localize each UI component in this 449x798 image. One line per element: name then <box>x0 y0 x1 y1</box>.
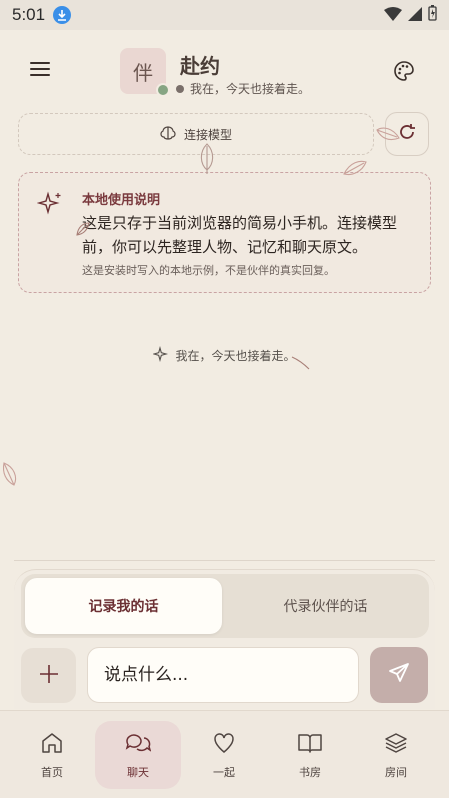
add-button[interactable] <box>21 648 76 703</box>
avatar[interactable]: 伴 <box>120 48 170 97</box>
leaf-icon <box>2 462 17 486</box>
notice-title: 本地使用说明 <box>82 193 161 208</box>
speaker-toggle: 记录我的话 代录伙伴的话 <box>21 574 429 638</box>
nav-label-chat: 聊天 <box>127 765 149 779</box>
status-text: 我在，今天也接着走。 <box>190 82 311 96</box>
menu-icon[interactable] <box>30 58 60 84</box>
palette-icon[interactable] <box>393 60 415 82</box>
leaf-icon <box>291 356 310 370</box>
nav-label-home: 首页 <box>41 765 63 779</box>
leaf-icon <box>76 222 90 236</box>
home-icon <box>40 731 64 758</box>
nav-item-home[interactable]: 首页 <box>9 721 95 789</box>
avatar-char: 伴 <box>133 60 153 85</box>
nav-item-chat[interactable]: 聊天 <box>95 721 181 789</box>
brain-icon <box>160 125 176 144</box>
status-time: 5:01 <box>12 5 46 24</box>
nav-label-room: 房间 <box>385 765 407 779</box>
chat-icon <box>125 731 152 758</box>
plus-icon <box>38 663 60 689</box>
online-indicator <box>156 83 170 97</box>
book-icon <box>297 731 323 758</box>
send-icon <box>387 661 411 689</box>
tab-record-companion[interactable]: 代录伙伴的话 <box>226 578 425 634</box>
sparkle-small-icon <box>152 345 169 365</box>
nav-item-together[interactable]: 一起 <box>181 721 267 789</box>
send-button[interactable] <box>370 647 428 703</box>
leaf-icon <box>200 143 214 174</box>
notice-footnote: 这是安装时写入的本地示例，不是伙伴的真实回复。 <box>82 264 335 277</box>
companion-name: 赴约 <box>180 54 220 78</box>
status-dot <box>176 84 184 93</box>
message-input[interactable] <box>87 647 359 703</box>
nav-item-room[interactable]: 房间 <box>353 721 439 789</box>
connect-model-label: 连接模型 <box>183 127 232 142</box>
leaf-icon <box>376 127 400 141</box>
nav-label-together: 一起 <box>213 765 235 779</box>
wifi-icon <box>384 6 402 25</box>
layers-icon <box>384 731 408 758</box>
divider <box>14 560 435 561</box>
companion-status: 我在，今天也接着走。 <box>176 80 310 97</box>
battery-icon <box>428 5 437 25</box>
nav-label-study: 书房 <box>299 765 321 779</box>
tab-record-mine[interactable]: 记录我的话 <box>25 578 222 634</box>
chat-header: 伴 赴约 我在，今天也接着走。 <box>0 30 449 112</box>
heart-icon <box>212 731 236 758</box>
sparkle-icon <box>36 191 63 221</box>
bottom-nav: 首页 聊天 一起 书房 房间 <box>0 710 449 798</box>
companion-message: 我在，今天也接着走。 <box>0 345 449 365</box>
signal-icon <box>408 6 422 25</box>
status-bar: 5:01 <box>0 0 449 30</box>
leaf-icon <box>343 160 367 176</box>
download-icon <box>53 6 72 24</box>
nav-item-study[interactable]: 书房 <box>267 721 353 789</box>
companion-message-text: 我在，今天也接着走。 <box>175 349 296 363</box>
notice-body: 这是只存于当前浏览器的简易小手机。连接模型前，你可以先整理人物、记忆和聊天原文。 <box>82 214 398 256</box>
